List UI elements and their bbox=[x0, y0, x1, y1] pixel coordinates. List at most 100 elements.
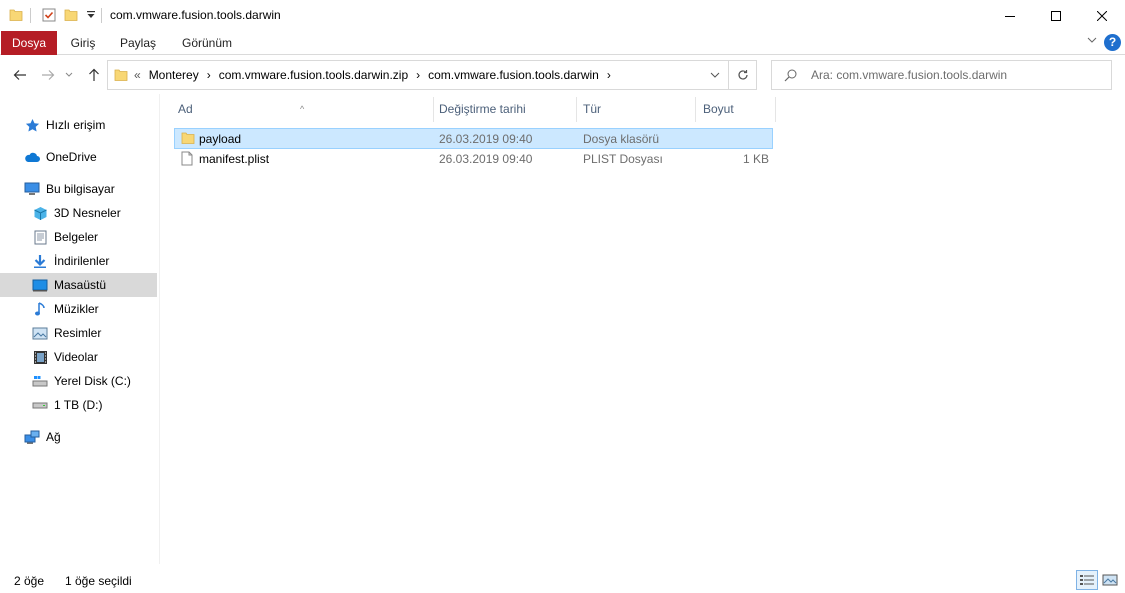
cube-icon bbox=[32, 205, 48, 221]
chevron-right-icon[interactable]: › bbox=[207, 68, 211, 82]
tab-view[interactable]: Görünüm bbox=[174, 31, 240, 55]
forward-button[interactable] bbox=[38, 65, 58, 85]
folder-icon[interactable] bbox=[8, 6, 24, 24]
chevron-right-icon[interactable]: › bbox=[416, 68, 420, 82]
search-placeholder: Ara: com.vmware.fusion.tools.darwin bbox=[811, 68, 1008, 82]
tab-file[interactable]: Dosya bbox=[1, 31, 57, 55]
navigation-pane: Hızlı erişim OneDrive Bu bilgisayar 3D N… bbox=[0, 94, 160, 564]
chevron-right-icon[interactable]: › bbox=[607, 68, 611, 82]
folder-icon bbox=[114, 69, 128, 81]
tab-share[interactable]: Paylaş bbox=[113, 31, 163, 55]
breadcrumb-overflow[interactable]: « bbox=[134, 68, 141, 82]
column-header-label: Değiştirme tarihi bbox=[439, 102, 526, 116]
search-box[interactable]: Ara: com.vmware.fusion.tools.darwin bbox=[771, 60, 1112, 90]
cloud-icon bbox=[24, 149, 40, 165]
video-icon bbox=[32, 349, 48, 365]
sidebar-item-3d-objects[interactable]: 3D Nesneler bbox=[32, 201, 121, 225]
file-row[interactable]: manifest.plist 26.03.2019 09:40 PLIST Do… bbox=[174, 149, 773, 170]
address-history-button[interactable] bbox=[710, 68, 720, 82]
breadcrumb-item[interactable]: Monterey bbox=[149, 68, 199, 82]
sidebar-item-local-disk-c[interactable]: Yerel Disk (C:) bbox=[32, 369, 131, 393]
refresh-button[interactable] bbox=[728, 61, 756, 89]
sidebar-item-documents[interactable]: Belgeler bbox=[32, 225, 98, 249]
sidebar-item-label: OneDrive bbox=[46, 150, 97, 164]
chevron-down-icon bbox=[65, 72, 73, 77]
selected-count: 1 öğe seçildi bbox=[65, 574, 132, 588]
sidebar-item-desktop[interactable]: Masaüstü bbox=[0, 273, 157, 297]
title-bar: com.vmware.fusion.tools.darwin bbox=[0, 0, 1125, 31]
sidebar-item-label: Belgeler bbox=[54, 230, 99, 244]
sidebar-item-this-pc[interactable]: Bu bilgisayar bbox=[24, 177, 115, 201]
sidebar-item-label: Müzikler bbox=[54, 302, 99, 316]
file-type: PLIST Dosyası bbox=[583, 152, 663, 166]
sidebar-item-onedrive[interactable]: OneDrive bbox=[24, 145, 97, 169]
recent-locations-button[interactable] bbox=[62, 65, 76, 85]
sidebar-item-downloads[interactable]: İndirilenler bbox=[32, 249, 109, 273]
arrow-right-icon bbox=[42, 70, 55, 80]
window-title: com.vmware.fusion.tools.darwin bbox=[110, 8, 281, 22]
sidebar-item-quick-access[interactable]: Hızlı erişim bbox=[24, 113, 105, 137]
file-row[interactable]: payload 26.03.2019 09:40 Dosya klasörü bbox=[174, 128, 773, 149]
sidebar-item-label: 3D Nesneler bbox=[54, 206, 121, 220]
address-bar[interactable]: « Monterey › com.vmware.fusion.tools.dar… bbox=[107, 60, 757, 90]
item-count: 2 öğe bbox=[14, 574, 45, 588]
sidebar-item-label: Bu bilgisayar bbox=[46, 182, 115, 196]
search-icon bbox=[784, 69, 797, 81]
arrow-up-icon bbox=[89, 68, 99, 81]
toolbar-divider bbox=[30, 8, 31, 23]
file-name: payload bbox=[199, 132, 242, 146]
status-bar: 2 öğe 1 öğe seçildi bbox=[0, 564, 1125, 593]
properties-icon[interactable] bbox=[41, 6, 57, 24]
sidebar-item-videos[interactable]: Videolar bbox=[32, 345, 98, 369]
breadcrumb-item[interactable]: com.vmware.fusion.tools.darwin bbox=[428, 68, 599, 82]
sidebar-item-label: Hızlı erişim bbox=[46, 118, 106, 132]
pictures-icon bbox=[32, 325, 48, 341]
desktop-icon bbox=[32, 277, 48, 293]
expand-ribbon-icon[interactable] bbox=[1087, 35, 1097, 47]
maximize-button[interactable] bbox=[1033, 0, 1079, 31]
sort-ascending-icon: ^ bbox=[300, 104, 305, 114]
column-header-size[interactable]: Boyut bbox=[687, 97, 767, 122]
file-date: 26.03.2019 09:40 bbox=[439, 132, 533, 146]
sidebar-item-label: Videolar bbox=[54, 350, 98, 364]
breadcrumb-item[interactable]: com.vmware.fusion.tools.darwin.zip bbox=[219, 68, 408, 82]
back-button[interactable] bbox=[10, 65, 30, 85]
column-header-type[interactable]: Tür bbox=[567, 97, 695, 122]
details-view-button[interactable] bbox=[1076, 570, 1098, 590]
close-icon bbox=[1097, 10, 1107, 21]
column-header-name[interactable]: Ad ^ bbox=[162, 97, 434, 122]
toolbar-divider bbox=[101, 8, 102, 23]
sidebar-item-pictures[interactable]: Resimler bbox=[32, 321, 101, 345]
new-folder-icon[interactable] bbox=[63, 6, 79, 24]
column-divider[interactable] bbox=[775, 97, 776, 122]
close-button[interactable] bbox=[1079, 0, 1125, 31]
ribbon-tabs: Dosya Giriş Paylaş Görünüm ? bbox=[0, 31, 1125, 55]
file-list: Ad ^ Değiştirme tarihi Tür Boyut payload… bbox=[160, 94, 1125, 564]
large-icons-view-button[interactable] bbox=[1099, 570, 1121, 590]
maximize-icon bbox=[1051, 10, 1061, 21]
file-icon bbox=[181, 151, 193, 169]
sidebar-item-drive-d[interactable]: 1 TB (D:) bbox=[32, 393, 102, 417]
details-view-icon bbox=[1080, 575, 1094, 585]
document-icon bbox=[32, 229, 48, 245]
tab-home[interactable]: Giriş bbox=[62, 31, 104, 55]
column-header-label: Ad bbox=[178, 102, 193, 116]
minimize-button[interactable] bbox=[987, 0, 1033, 31]
sidebar-item-music[interactable]: Müzikler bbox=[32, 297, 99, 321]
drive-icon bbox=[32, 397, 48, 413]
sidebar-item-label: İndirilenler bbox=[54, 254, 110, 268]
sidebar-item-network[interactable]: Ağ bbox=[24, 425, 61, 449]
navigation-bar: « Monterey › com.vmware.fusion.tools.dar… bbox=[0, 56, 1125, 94]
help-button[interactable]: ? bbox=[1104, 34, 1121, 51]
sidebar-item-label: Masaüstü bbox=[54, 278, 107, 292]
chevron-down-icon bbox=[710, 72, 720, 78]
customize-toolbar-icon[interactable] bbox=[83, 6, 99, 24]
column-header-label: Boyut bbox=[703, 102, 734, 116]
arrow-left-icon bbox=[13, 70, 26, 80]
file-size: 1 KB bbox=[742, 152, 769, 166]
sidebar-item-label: Ağ bbox=[46, 430, 61, 444]
folder-icon bbox=[181, 131, 195, 148]
large-icons-view-icon bbox=[1102, 574, 1118, 586]
column-header-date[interactable]: Değiştirme tarihi bbox=[423, 97, 567, 122]
up-button[interactable] bbox=[84, 65, 104, 85]
